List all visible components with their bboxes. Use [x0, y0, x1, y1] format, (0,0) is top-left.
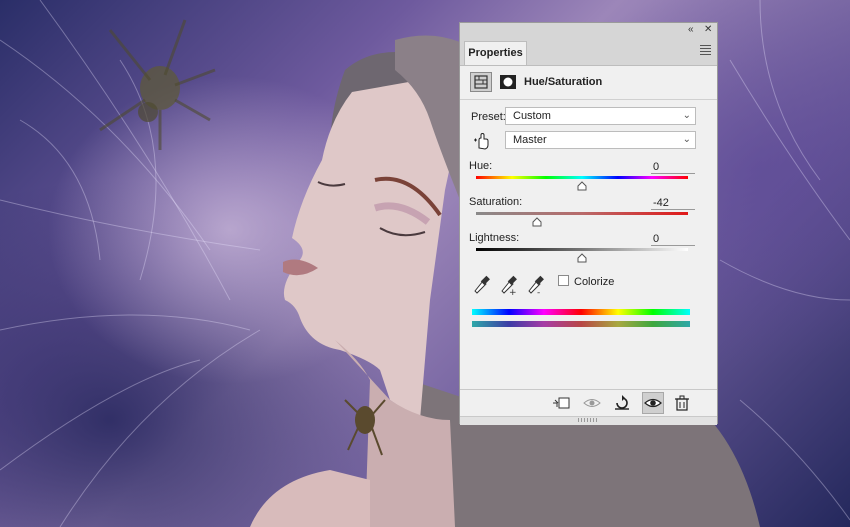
hand-targeted-adjustment-icon[interactable]	[472, 131, 494, 151]
channel-dropdown[interactable]: Master ⌄	[505, 131, 696, 149]
photo-artwork	[0, 0, 850, 527]
chevron-down-icon: ⌄	[682, 110, 691, 121]
saturation-value-field[interactable]: -42	[651, 196, 695, 210]
preset-label: Preset:	[471, 111, 506, 123]
double-chevron-left-icon[interactable]: «	[688, 24, 694, 36]
eyedropper-plus-icon[interactable]: +	[501, 275, 517, 298]
lightness-slider-track[interactable]	[476, 248, 688, 251]
reset-icon[interactable]	[613, 395, 631, 411]
eyedropper-tools: + -	[472, 272, 552, 299]
eyedropper-icon[interactable]	[474, 275, 490, 294]
panel-tab-row: Properties	[460, 38, 717, 66]
hue-slider-thumb[interactable]	[577, 181, 587, 191]
panel-resize-grip[interactable]	[460, 416, 717, 425]
saturation-slider-thumb[interactable]	[532, 217, 542, 227]
svg-text:-: -	[537, 288, 540, 296]
saturation-slider-track[interactable]	[476, 212, 688, 215]
hue-saturation-adjustment-icon[interactable]	[470, 72, 492, 92]
panel-menu-icon[interactable]	[700, 45, 711, 57]
adjustment-title: Hue/Saturation	[524, 76, 603, 88]
spider-decoration	[99, 19, 216, 150]
properties-panel: « ✕ Properties Hue/Saturation Preset: Cu…	[459, 22, 718, 425]
panel-title-bar[interactable]: « ✕	[460, 23, 717, 38]
lightness-slider-thumb[interactable]	[577, 253, 587, 263]
view-previous-state-icon[interactable]	[583, 395, 601, 411]
colorize-checkbox[interactable]	[558, 275, 569, 286]
layer-mask-icon[interactable]	[497, 72, 519, 92]
hue-label: Hue:	[469, 160, 493, 172]
colorize-label: Colorize	[574, 276, 615, 288]
chevron-down-icon: ⌄	[682, 134, 691, 145]
svg-text:+: +	[509, 288, 517, 296]
saturation-label: Saturation:	[469, 196, 523, 208]
lightness-label: Lightness:	[469, 232, 520, 244]
clip-to-layer-icon[interactable]	[552, 395, 570, 411]
canvas-photo	[0, 0, 850, 527]
divider	[460, 99, 717, 100]
preset-dropdown[interactable]: Custom ⌄	[505, 107, 696, 125]
eye-icon[interactable]	[644, 395, 662, 411]
divider	[460, 389, 717, 390]
preset-value: Custom	[513, 110, 551, 122]
output-spectrum-bar	[472, 321, 690, 327]
input-spectrum-bar	[472, 309, 690, 315]
trash-icon[interactable]	[673, 395, 691, 411]
hue-value-field[interactable]: 0	[651, 160, 695, 174]
eyedropper-minus-icon[interactable]: -	[528, 275, 544, 298]
hue-slider-track[interactable]	[476, 176, 688, 179]
tab-properties[interactable]: Properties	[464, 41, 527, 65]
close-icon[interactable]: ✕	[704, 24, 712, 36]
lightness-value-field[interactable]: 0	[651, 232, 695, 246]
channel-value: Master	[513, 134, 547, 146]
